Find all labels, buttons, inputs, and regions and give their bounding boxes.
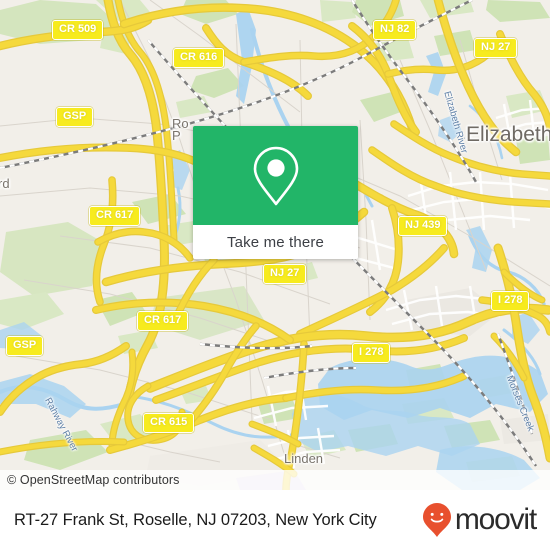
- moovit-map-screenshot: .rd-major{stroke:#f5d93c;stroke-linecap:…: [0, 0, 550, 550]
- moovit-logo[interactable]: moovit: [422, 502, 537, 538]
- popup-action-bar[interactable]: Take me there: [193, 225, 358, 259]
- popup-pointer-notch: [258, 247, 293, 259]
- shield-i-278-right[interactable]: I 278: [491, 291, 530, 311]
- place-label-linden: Linden: [284, 451, 324, 466]
- shield-nj-27-top[interactable]: NJ 27: [474, 38, 518, 58]
- moovit-pin-icon: [422, 503, 451, 537]
- osm-attribution-text: © OpenStreetMap contributors: [7, 473, 180, 487]
- shield-nj-27-mid[interactable]: NJ 27: [263, 264, 307, 284]
- shield-cr-617-lower[interactable]: CR 617: [137, 311, 189, 331]
- moovit-wordmark: moovit: [454, 503, 537, 536]
- location-popup-card[interactable]: Take me there: [193, 126, 358, 259]
- footer-bar: RT-27 Frank St, Roselle, NJ 07203, New Y…: [0, 490, 550, 550]
- shield-cr-617-upper[interactable]: CR 617: [89, 206, 141, 226]
- shield-cr-616[interactable]: CR 616: [173, 48, 225, 68]
- shield-cr-509[interactable]: CR 509: [52, 20, 104, 40]
- map-attribution-bar: © OpenStreetMap contributors: [0, 470, 550, 490]
- map-canvas[interactable]: .rd-major{stroke:#f5d93c;stroke-linecap:…: [0, 0, 550, 490]
- place-label-ford: rd: [0, 176, 10, 191]
- shield-nj-439[interactable]: NJ 439: [398, 216, 448, 236]
- address-text: RT-27 Frank St, Roselle, NJ 07203, New Y…: [14, 510, 377, 529]
- place-label-elizabeth: Elizabeth: [466, 123, 550, 146]
- shield-cr-615[interactable]: CR 615: [143, 413, 195, 433]
- shield-gsp-top[interactable]: GSP: [56, 107, 94, 127]
- map-pin-icon: [253, 146, 298, 205]
- shield-gsp-bottom[interactable]: GSP: [6, 336, 44, 356]
- shield-i-278-mid[interactable]: I 278: [352, 343, 391, 363]
- popup-icon-panel: [193, 126, 358, 225]
- shield-nj-82[interactable]: NJ 82: [373, 20, 417, 40]
- place-label-roselle-park: Ro P: [172, 116, 189, 143]
